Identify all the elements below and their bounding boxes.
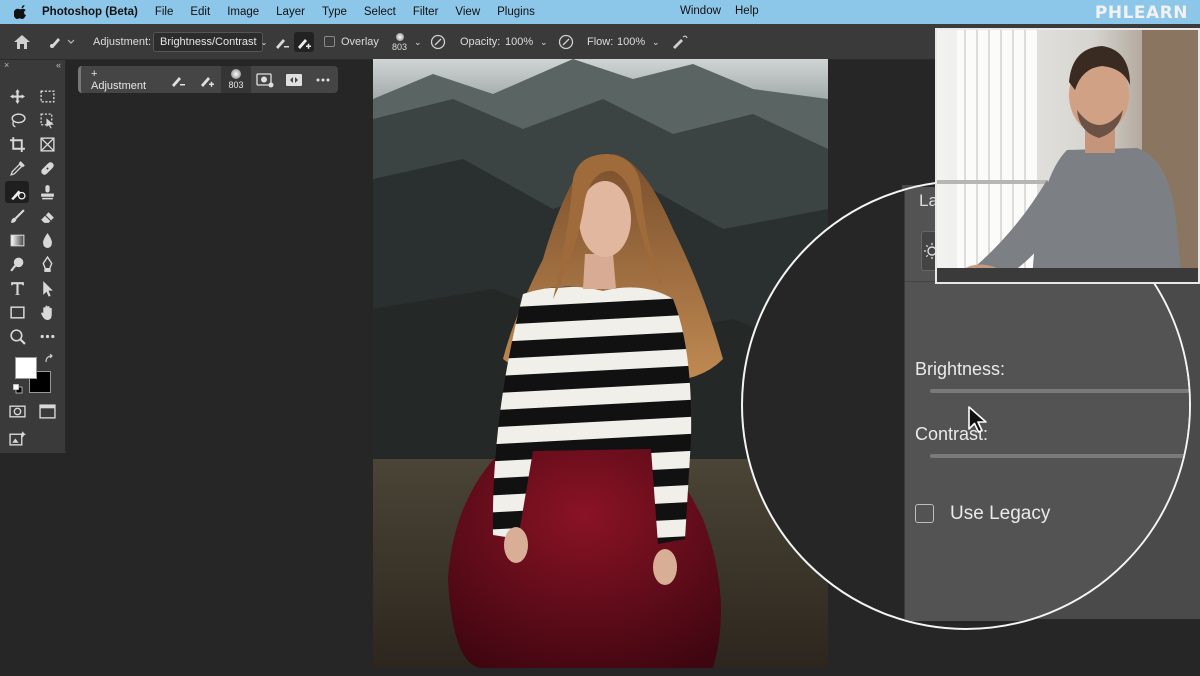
generate-image-icon[interactable] (5, 427, 29, 449)
menu-bar: Photoshop (Beta) File Edit Image Layer T… (0, 0, 1200, 24)
screen: Photoshop (Beta) File Edit Image Layer T… (0, 0, 1200, 676)
chevron-down-icon: ⌄ (260, 37, 268, 47)
move-tool-icon[interactable] (5, 85, 29, 107)
invert-mask-icon[interactable] (280, 66, 309, 93)
menu-window[interactable]: Window (680, 5, 721, 17)
crop-tool-icon[interactable] (5, 133, 29, 155)
home-icon[interactable] (13, 24, 31, 60)
hand-tool-icon[interactable] (35, 301, 59, 323)
pressure-size-icon[interactable] (430, 24, 446, 60)
brush-subtract-icon[interactable] (163, 66, 192, 93)
apple-logo-icon[interactable] (14, 5, 28, 19)
brush-tool-icon[interactable] (5, 205, 29, 227)
brightness-slider[interactable] (930, 389, 1189, 393)
close-panel-icon[interactable]: × (4, 60, 9, 70)
zoom-tool-icon[interactable] (5, 325, 29, 347)
opacity-value[interactable]: 100% (505, 24, 533, 60)
pressure-opacity-icon[interactable] (558, 24, 574, 60)
object-select-tool-icon[interactable] (35, 109, 59, 131)
brush-chevron-icon[interactable]: ⌄ (414, 24, 422, 60)
menu-filter[interactable]: Filter (413, 6, 439, 18)
tool-preset-icon[interactable] (48, 24, 76, 60)
adjustment-select-value: Brightness/Contrast (160, 36, 257, 48)
menu-select[interactable]: Select (364, 6, 396, 18)
default-colors-icon[interactable] (13, 384, 23, 394)
more-options-icon[interactable] (309, 66, 338, 93)
path-select-icon[interactable] (35, 277, 59, 299)
contextual-task-bar: + Adjustment 803 (78, 66, 338, 93)
airbrush-icon[interactable] (670, 24, 688, 60)
brush-tip-icon (230, 69, 241, 79)
swap-colors-icon[interactable] (44, 354, 54, 364)
eyedropper-tool-icon[interactable] (5, 157, 29, 179)
menu-file[interactable]: File (155, 6, 174, 18)
brightness-label: Brightness: (915, 359, 1006, 379)
adjustment-label: Adjustment: (93, 36, 152, 48)
brush-size-value: 803 (392, 41, 408, 52)
adjustment-select[interactable]: Brightness/Contrast ⌄ (153, 32, 267, 52)
stamp-tool-icon[interactable] (35, 181, 59, 203)
menu-type[interactable]: Type (322, 6, 347, 18)
frame-tool-icon[interactable] (35, 133, 59, 155)
brush-size-control[interactable]: 803 (221, 66, 251, 93)
brush-size-picker[interactable]: 803 (392, 24, 407, 60)
brush-subtract-icon[interactable] (274, 24, 290, 60)
menu-edit[interactable]: Edit (190, 6, 210, 18)
eraser-tool-icon[interactable] (35, 205, 59, 227)
brush-tip-icon (395, 32, 404, 41)
contrast-slider[interactable] (930, 454, 1189, 458)
tools-panel: × « (0, 60, 66, 453)
overlay-label: Overlay (341, 36, 379, 48)
brush-size-value: 803 (228, 80, 244, 90)
foreground-color-swatch[interactable] (15, 357, 37, 379)
flow-value[interactable]: 100% (617, 24, 645, 60)
overlay-checkbox[interactable] (324, 36, 335, 47)
tools-panel-header: × « (0, 60, 65, 70)
trash-icon[interactable] (1162, 579, 1176, 595)
mask-options-icon[interactable] (251, 66, 280, 93)
webcam-overlay (935, 28, 1200, 284)
gradient-tool-icon[interactable] (5, 229, 29, 251)
use-legacy-label: Use Legacy (950, 503, 1051, 524)
rectangle-tool-icon[interactable] (5, 301, 29, 323)
adjustment-brush-icon[interactable] (5, 181, 29, 203)
menu-image[interactable]: Image (227, 6, 259, 18)
presenter-video (937, 30, 1198, 282)
opacity-chevron-icon[interactable]: ⌄ (540, 24, 548, 60)
flow-chevron-icon[interactable]: ⌄ (652, 24, 660, 60)
menu-plugins[interactable]: Plugins (497, 6, 535, 18)
flow-label: Flow: (587, 36, 614, 48)
brand-logo: PHLEARN (1094, 3, 1188, 23)
menu-layer[interactable]: Layer (276, 6, 305, 18)
blur-tool-icon[interactable] (35, 229, 59, 251)
pen-tool-icon[interactable] (35, 253, 59, 275)
add-adjustment-button[interactable]: + Adjustment (81, 66, 163, 93)
quick-mask-icon[interactable] (5, 400, 29, 422)
more-tools-icon[interactable] (35, 325, 59, 347)
menu-view[interactable]: View (455, 6, 480, 18)
dodge-tool-icon[interactable] (5, 253, 29, 275)
menu-help[interactable]: Help (735, 5, 759, 17)
app-name-menu[interactable]: Photoshop (Beta) (42, 6, 138, 18)
type-tool-icon[interactable] (5, 277, 29, 299)
visibility-toggle[interactable] (1132, 576, 1156, 598)
eye-icon (1136, 582, 1152, 592)
reset-icon[interactable] (1108, 579, 1124, 595)
marquee-tool-icon[interactable] (35, 85, 59, 107)
lasso-tool-icon[interactable] (5, 109, 29, 131)
healing-brush-icon[interactable] (35, 157, 59, 179)
brush-add-icon[interactable] (294, 32, 314, 52)
opacity-label: Opacity: (460, 36, 501, 48)
use-legacy-checkbox[interactable] (915, 504, 934, 523)
screen-mode-icon[interactable] (35, 400, 59, 422)
brush-add-icon[interactable] (192, 66, 221, 93)
mouse-cursor-icon (968, 406, 987, 433)
collapse-panel-icon[interactable]: « (56, 60, 61, 70)
